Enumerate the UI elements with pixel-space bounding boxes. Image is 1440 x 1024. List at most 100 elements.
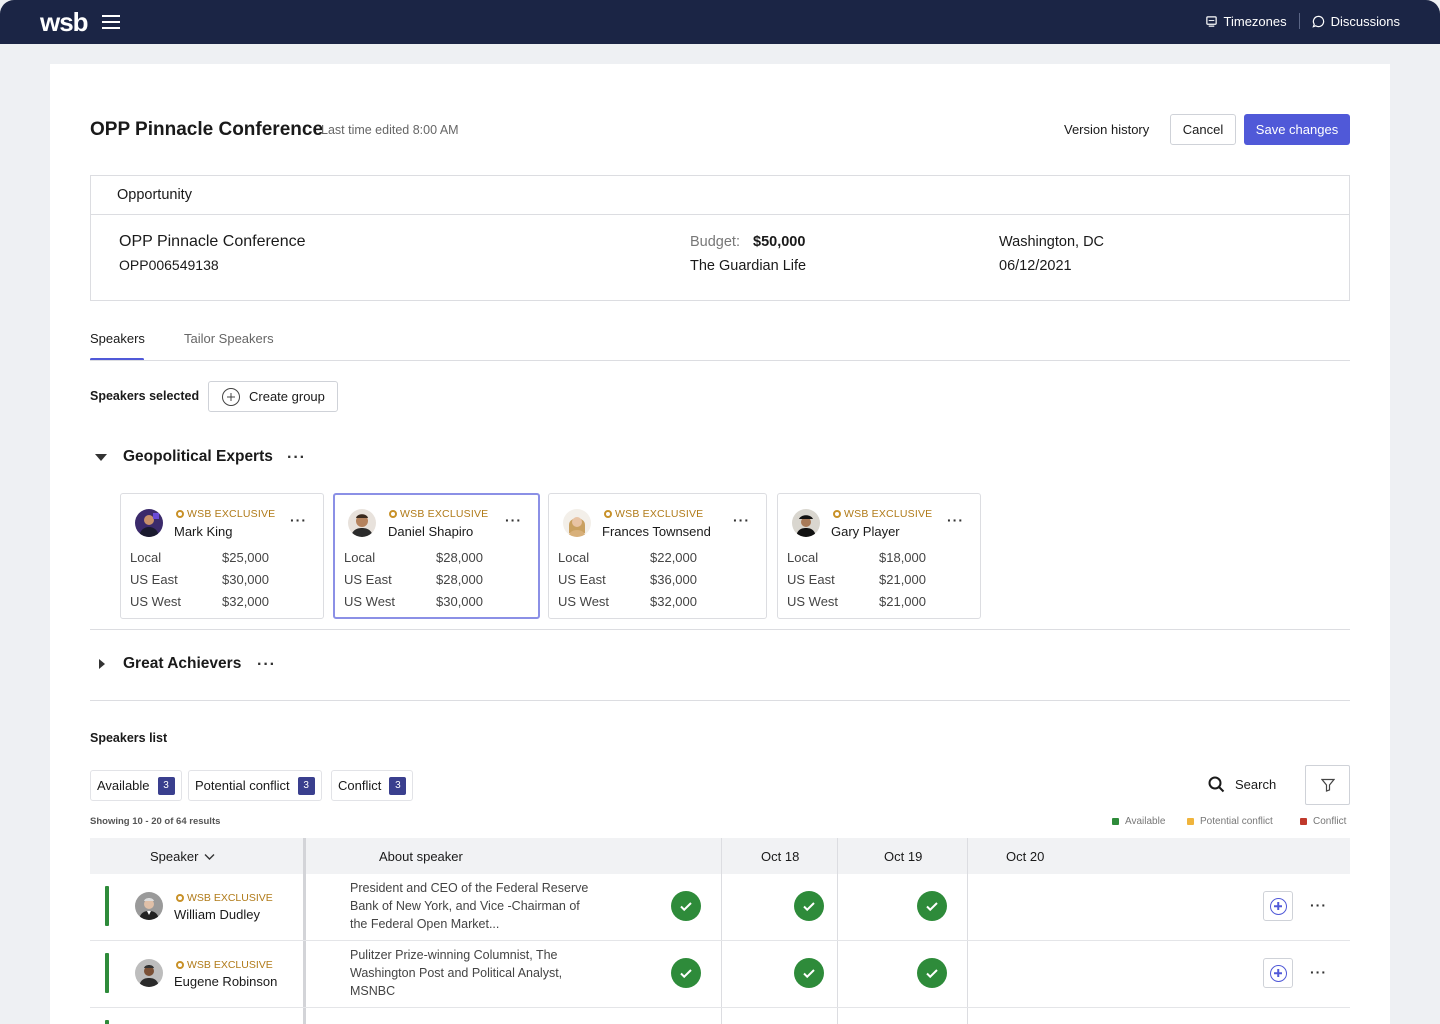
exclusive-badge-icon — [833, 510, 841, 518]
rate-row: Local $22,000 — [558, 550, 698, 565]
rate-value: $30,000 — [222, 572, 269, 587]
add-speaker-button[interactable] — [1263, 891, 1293, 921]
speaker-name: Mark King — [174, 524, 233, 539]
speaker-card[interactable]: WSB EXCLUSIVE Gary Player ··· Local $18,0… — [777, 493, 981, 619]
oct-19-column-header: Oct 19 — [884, 849, 923, 864]
results-count: Showing 10 - 20 of 64 results — [90, 816, 221, 827]
card-more-icon[interactable]: ··· — [290, 512, 307, 528]
filter-chip-potential-conflict[interactable]: Potential conflict 3 — [188, 770, 322, 801]
plus-circle-icon — [1269, 897, 1287, 915]
filter-chip-available[interactable]: Available 3 — [90, 770, 182, 801]
legend-conflict: Conflict — [1300, 816, 1346, 827]
rate-region: US East — [130, 572, 178, 587]
cancel-button[interactable]: Cancel — [1170, 114, 1236, 145]
group-more-icon[interactable]: ··· — [287, 450, 306, 466]
opportunity-panel: Opportunity OPP Pinnacle Conference OPP0… — [90, 175, 1350, 301]
speakers-selected-label: Speakers selected — [90, 389, 200, 403]
legend-dot — [1187, 818, 1194, 825]
version-history-button[interactable]: Version history — [1064, 122, 1149, 137]
exclusive-badge-text: WSB EXCLUSIVE — [187, 508, 276, 520]
timezones-label: Timezones — [1223, 13, 1287, 29]
filter-icon — [1320, 778, 1335, 792]
filter-chip-conflict[interactable]: Conflict 3 — [331, 770, 414, 801]
about-column-header: About speaker — [379, 849, 463, 864]
exclusive-badge-icon — [176, 894, 184, 902]
avatar — [135, 959, 163, 987]
add-speaker-button[interactable] — [1263, 958, 1293, 988]
card-more-icon[interactable]: ··· — [505, 512, 522, 528]
rate-row: US East $28,000 — [344, 572, 484, 587]
collapse-caret-icon[interactable] — [95, 454, 107, 461]
globe-icon — [1205, 15, 1217, 27]
discussions-link[interactable]: Discussions — [1312, 14, 1400, 29]
main-card: OPP Pinnacle Conference Last time edited… — [50, 64, 1390, 1024]
budget-value: $50,000 — [753, 234, 806, 250]
exclusive-badge-icon — [176, 961, 184, 969]
chip-label: Potential conflict — [195, 778, 290, 793]
chat-bubble-icon — [1312, 15, 1324, 28]
oct-18-column-header: Oct 18 — [761, 849, 800, 864]
row-divider — [90, 940, 1350, 941]
wsb-logo[interactable]: wsb — [40, 7, 89, 38]
search-button[interactable]: Search — [1208, 776, 1276, 793]
available-check-icon — [917, 891, 947, 921]
exclusive-badge-text: WSB EXCLUSIVE — [844, 508, 933, 520]
exclusive-badge-text: WSB EXCLUSIVE — [400, 508, 489, 520]
group-more-icon[interactable]: ··· — [257, 657, 276, 673]
avatar — [348, 509, 376, 537]
chip-count: 3 — [389, 776, 407, 795]
column-separator — [967, 838, 968, 1024]
group-title: Geopolitical Experts — [123, 448, 273, 465]
speaker-name[interactable]: William Dudley — [174, 907, 260, 922]
oct-20-column-header: Oct 20 — [1006, 849, 1045, 864]
plus-circle-icon — [1269, 964, 1287, 982]
speaker-name: Daniel Shapiro — [388, 524, 474, 539]
available-check-icon — [917, 958, 947, 988]
legend-dot — [1300, 818, 1307, 825]
speaker-name[interactable]: Eugene Robinson — [174, 974, 277, 989]
expand-caret-icon[interactable] — [99, 659, 105, 669]
top-navigation-bar: wsb Timezones Discussions — [0, 0, 1440, 44]
legend-label: Available — [1125, 816, 1166, 827]
tab-tailor-speakers[interactable]: Tailor Speakers — [184, 331, 274, 346]
section-divider — [90, 700, 1350, 701]
speaker-card-selected[interactable]: WSB EXCLUSIVE Daniel Shapiro ··· Local $2… — [333, 493, 540, 619]
table-header: Speaker About speaker Oct 18 Oct 19 Oct … — [90, 838, 1350, 874]
budget-label: Budget: — [690, 234, 740, 250]
page-title: OPP Pinnacle Conference — [90, 119, 324, 140]
chip-label: Available — [97, 778, 150, 793]
legend-label: Potential conflict — [1200, 816, 1273, 827]
row-divider — [90, 1007, 1350, 1008]
card-more-icon[interactable]: ··· — [733, 512, 750, 528]
column-separator — [721, 838, 722, 1024]
hamburger-menu-icon[interactable] — [102, 15, 120, 29]
speaker-column-header[interactable]: Speaker — [150, 849, 215, 864]
rate-region: US West — [344, 594, 396, 609]
legend-dot — [1112, 818, 1119, 825]
rate-region: Local — [787, 550, 819, 565]
group-title: Great Achievers — [123, 655, 242, 672]
rate-region: US East — [344, 572, 392, 587]
timezones-link[interactable]: Timezones — [1205, 14, 1287, 29]
chip-count: 3 — [297, 776, 315, 795]
rate-row: Local $25,000 — [130, 550, 270, 565]
exclusive-badge: WSB EXCLUSIVE — [833, 508, 932, 520]
save-changes-button[interactable]: Save changes — [1244, 114, 1350, 145]
chip-label: Conflict — [338, 778, 382, 793]
rate-row: US East $30,000 — [130, 572, 270, 587]
row-more-icon[interactable]: ··· — [1310, 897, 1327, 913]
avatar — [135, 509, 163, 537]
speaker-about: Pulitzer Prize-winning Columnist, The Wa… — [350, 948, 563, 998]
rate-value: $30,000 — [436, 594, 483, 609]
speaker-card[interactable]: WSB EXCLUSIVE Mark King ··· Local $25,000… — [120, 493, 324, 619]
rate-value: $28,000 — [436, 572, 483, 587]
speakers-list-title: Speakers list — [90, 731, 168, 745]
rate-region: Local — [558, 550, 590, 565]
filter-button[interactable] — [1305, 765, 1350, 805]
speaker-card[interactable]: WSB EXCLUSIVE Frances Townsend ··· Local… — [548, 493, 767, 619]
row-more-icon[interactable]: ··· — [1310, 964, 1327, 980]
card-more-icon[interactable]: ··· — [947, 512, 964, 528]
create-group-label: Create group — [249, 389, 325, 404]
create-group-button[interactable]: Create group — [208, 381, 338, 412]
tab-speakers[interactable]: Speakers — [90, 331, 145, 346]
